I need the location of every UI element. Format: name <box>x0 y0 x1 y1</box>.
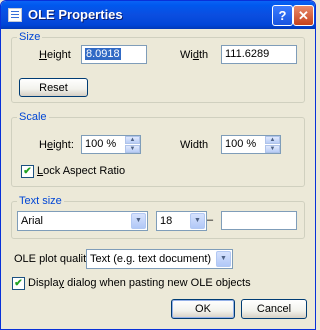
plot-quality-combobox[interactable]: Text (e.g. text document) ▼ <box>86 249 233 269</box>
chevron-down-icon[interactable]: ▼ <box>190 213 205 229</box>
scale-group-legend: Scale <box>19 111 47 123</box>
spin-up-icon[interactable]: ▲ <box>125 136 140 144</box>
help-button[interactable]: ? <box>272 5 293 26</box>
font-size-extra-input[interactable] <box>221 211 297 230</box>
cancel-button[interactable]: Cancel <box>241 299 307 319</box>
range-dash: – <box>207 214 214 226</box>
document-icon <box>8 8 22 22</box>
display-dialog-checkbox[interactable]: ✔ <box>12 277 25 290</box>
scale-width-spinner[interactable]: 100 % ▲ ▼ <box>221 135 281 154</box>
spin-down-icon[interactable]: ▼ <box>125 145 140 153</box>
chevron-down-icon[interactable]: ▼ <box>216 251 231 267</box>
lock-aspect-ratio-label[interactable]: Lock Aspect Ratio <box>37 165 125 178</box>
title-bar[interactable]: OLE Properties ? ✕ <box>1 1 315 29</box>
size-height-label: Height <box>39 49 71 61</box>
size-width-label: Width <box>180 49 209 61</box>
chevron-down-icon[interactable]: ▼ <box>131 213 146 229</box>
ole-properties-dialog: OLE Properties ? ✕ Size Height 8.0918 Wi… <box>0 0 316 330</box>
font-size-combobox[interactable]: 18 ▼ <box>156 211 207 231</box>
ok-button[interactable]: OK <box>171 299 235 319</box>
size-height-input[interactable]: 8.0918 <box>81 45 147 64</box>
spin-down-icon[interactable]: ▼ <box>265 145 280 153</box>
spin-up-icon[interactable]: ▲ <box>265 136 280 144</box>
text-size-group-legend: Text size <box>19 195 62 207</box>
reset-button[interactable]: Reset <box>19 78 88 97</box>
close-icon: ✕ <box>298 7 309 23</box>
display-dialog-label[interactable]: Display dialog when pasting new OLE obje… <box>28 277 251 290</box>
lock-aspect-ratio-checkbox[interactable]: ✔ <box>21 165 34 178</box>
font-name-combobox[interactable]: Arial ▼ <box>17 211 148 231</box>
scale-width-label: Width <box>180 139 209 151</box>
size-group-legend: Size <box>19 31 41 43</box>
scale-height-spinner[interactable]: 100 % ▲ ▼ <box>81 135 141 154</box>
size-width-input[interactable]: 111.6289 <box>221 45 297 64</box>
plot-quality-label: OLE plot quality <box>14 253 92 265</box>
window-title: OLE Properties <box>28 7 123 22</box>
close-button[interactable]: ✕ <box>293 5 314 26</box>
scale-height-label: Height: <box>39 139 74 151</box>
